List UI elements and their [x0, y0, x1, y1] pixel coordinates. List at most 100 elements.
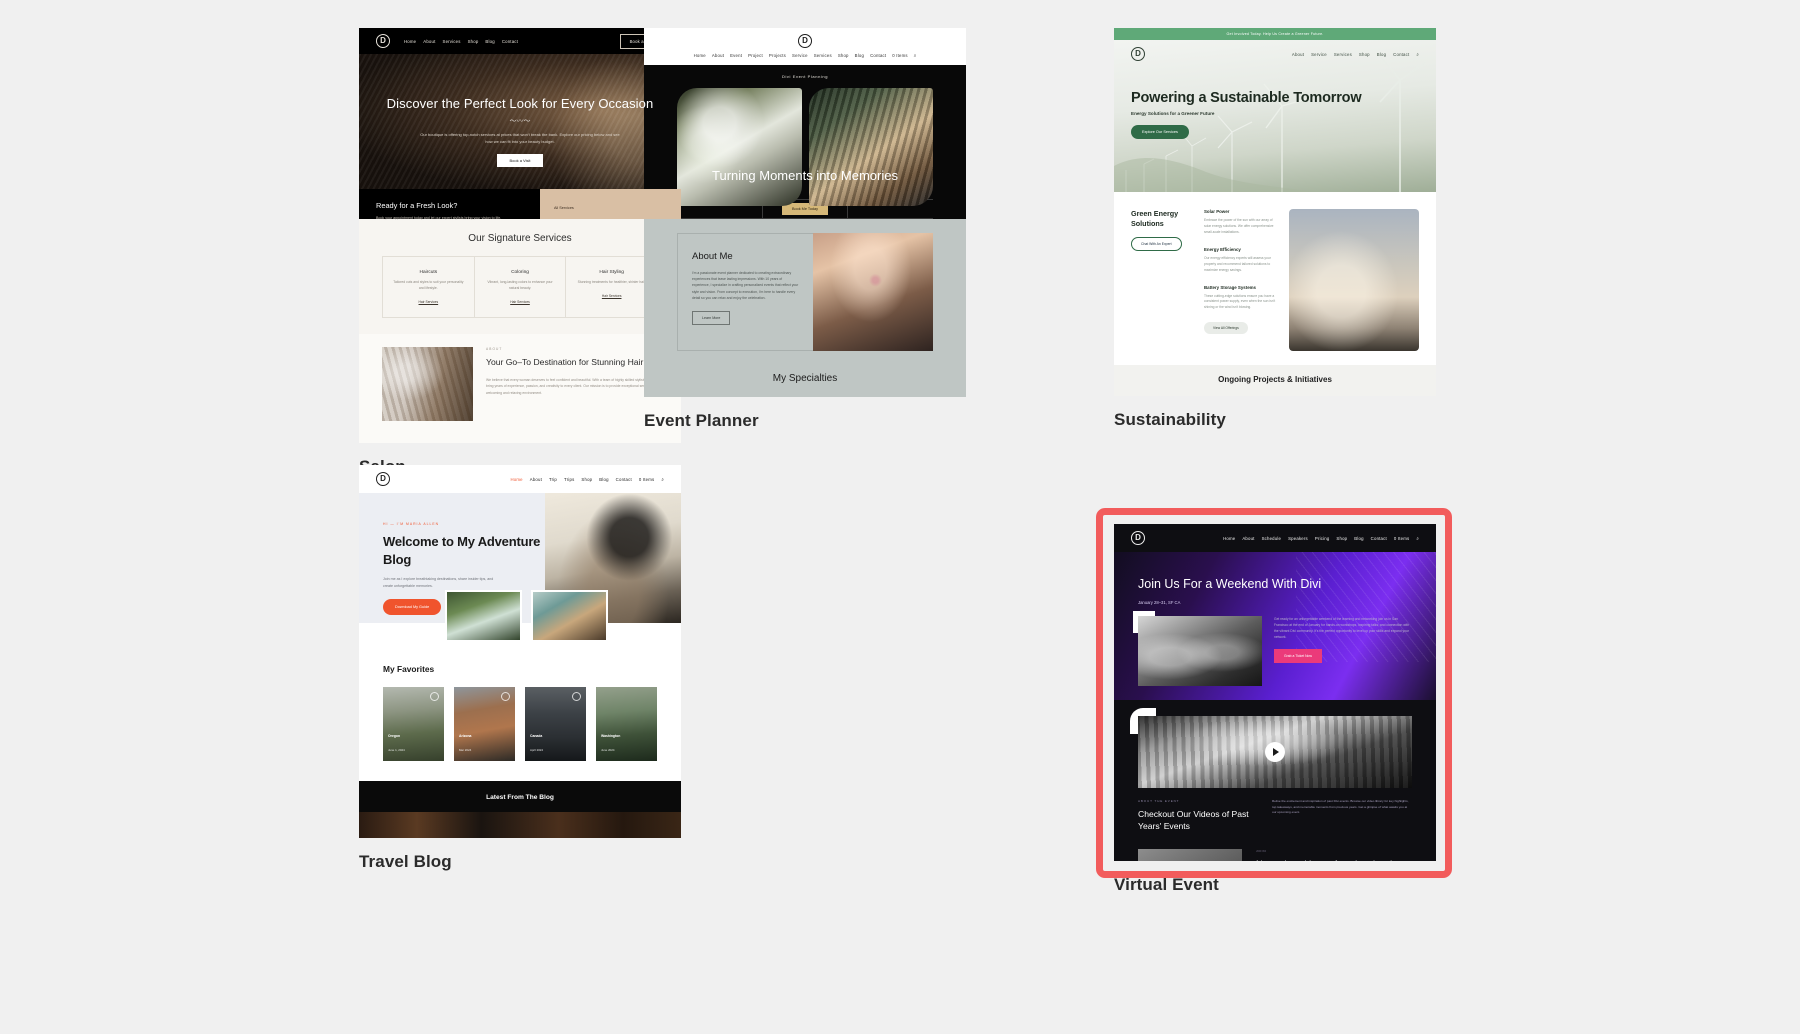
nav-item[interactable]: Contact	[502, 39, 518, 44]
nav-item[interactable]: Contact	[1371, 536, 1387, 541]
nav-item[interactable]: Event	[730, 53, 742, 58]
hero-thumbnails	[445, 590, 681, 642]
nav-item[interactable]: Home	[694, 53, 706, 58]
site-navbar: D About Service Services Shop Blog Conta…	[1114, 40, 1436, 68]
nav-item[interactable]: Blog	[855, 53, 864, 58]
nav-item[interactable]: Projects	[769, 53, 786, 58]
service-item[interactable]: Haircuts Tailored cuts and styles to sui…	[383, 257, 475, 317]
thumbnail-dock[interactable]	[531, 590, 608, 642]
nav-item[interactable]: About	[712, 53, 724, 58]
video-thumbnail[interactable]	[1138, 716, 1412, 788]
nav-item[interactable]: Contact	[616, 477, 632, 482]
layout-preview-event-planner[interactable]: D Home About Event Project Projects Serv…	[644, 28, 966, 397]
favorite-card[interactable]: Canada April 2024	[525, 687, 586, 761]
about-cta-button[interactable]: Learn More	[692, 311, 730, 325]
nav-item[interactable]: Shop	[581, 477, 592, 482]
specialties-section: My Specialties	[644, 351, 966, 397]
nav-item[interactable]: Schedule	[1262, 536, 1282, 541]
service-link[interactable]: Hair Services	[484, 300, 557, 304]
nav-item[interactable]: Home	[510, 477, 522, 482]
projects-heading: Ongoing Projects & Initiatives	[1114, 375, 1436, 384]
services-section: Our Signature Services Haircuts Tailored…	[359, 219, 681, 334]
nav-item[interactable]: Speakers	[1288, 536, 1308, 541]
nav-item[interactable]: Contact	[1393, 52, 1409, 57]
favorites-heading: My Favorites	[383, 664, 657, 674]
hero-subtitle: Energy Solutions for a Greener Future	[1131, 111, 1436, 116]
nav-item[interactable]: Contact	[870, 53, 886, 58]
card-label-travel-blog: Travel Blog	[359, 852, 681, 872]
hero-cta-button[interactable]: Download My Guide	[383, 599, 441, 615]
hero-cta-button[interactable]: Grab a Ticket Now	[1274, 649, 1322, 663]
nav-item[interactable]: Services	[443, 39, 461, 44]
layout-card-salon[interactable]: D Home About Services Shop Blog Contact …	[359, 28, 681, 477]
nav-item[interactable]: Blog	[1354, 536, 1363, 541]
play-icon[interactable]	[1265, 742, 1285, 762]
favorite-card[interactable]: Washington June 2024	[596, 687, 657, 761]
search-icon[interactable]: ⌕	[914, 53, 917, 58]
feature-desc: Embrace the power of the sun with our ar…	[1204, 218, 1278, 236]
feature-name: Battery Storage Systems	[1204, 285, 1278, 290]
nav-item[interactable]: Shop	[838, 53, 849, 58]
layout-preview-salon[interactable]: D Home About Services Shop Blog Contact …	[359, 28, 681, 443]
favorite-card[interactable]: Arizona Mar 2024	[454, 687, 515, 761]
nav-item[interactable]: Shop	[1359, 52, 1370, 57]
service-link[interactable]: Hair Services	[392, 300, 465, 304]
feature-desc: These cutting-edge solutions ensure you …	[1204, 294, 1278, 312]
service-desc: Vibrant, long-lasting colors to enhance …	[484, 280, 557, 292]
cart-item[interactable]: 0 Items	[892, 53, 908, 58]
nav-item[interactable]: Trip	[549, 477, 557, 482]
features-cta-button[interactable]: View All Offerings	[1204, 322, 1248, 334]
cta-band-link[interactable]: All Services	[554, 206, 574, 210]
video-copy: ABOUT THE EVENT Checkout Our Videos of P…	[1114, 788, 1436, 833]
nav-item[interactable]: Blog	[485, 39, 494, 44]
nav-item[interactable]: Blog	[599, 477, 608, 482]
search-icon[interactable]: ⌕	[661, 477, 664, 482]
nav-item[interactable]: Services	[814, 53, 832, 58]
nav-item[interactable]: Pricing	[1315, 536, 1330, 541]
nav-item[interactable]: Services	[1334, 52, 1352, 57]
nav-item[interactable]: About	[423, 39, 435, 44]
cart-item[interactable]: 0 Items	[1394, 536, 1410, 541]
nav-item[interactable]: Service	[1311, 52, 1327, 57]
service-item[interactable]: Coloring Vibrant, long-lasting colors to…	[475, 257, 567, 317]
nav-item[interactable]: Trips	[564, 477, 574, 482]
favorite-name: Arizona	[459, 734, 471, 738]
thumbnail-waterfall[interactable]	[445, 590, 522, 642]
nav-item[interactable]: About	[1292, 52, 1304, 57]
layout-preview-travel-blog[interactable]: D Home About Trip Trips Shop Blog Contac…	[359, 465, 681, 838]
nav-item[interactable]: Service	[792, 53, 808, 58]
nav-item[interactable]: About	[1242, 536, 1254, 541]
nav-item[interactable]: Project	[748, 53, 763, 58]
card-label-event-planner: Event Planner	[644, 411, 966, 431]
layout-card-travel-blog[interactable]: D Home About Trip Trips Shop Blog Contac…	[359, 465, 681, 872]
nav-item[interactable]: Home	[1223, 536, 1235, 541]
layout-card-event-planner[interactable]: D Home About Event Project Projects Serv…	[644, 28, 966, 431]
cart-item[interactable]: 0 Items	[639, 477, 655, 482]
nav-links: Home About Schedule Speakers Pricing Sho…	[1223, 536, 1419, 541]
layout-preview-sustainability[interactable]: Get Involved Today. Help Us Create a Gre…	[1114, 28, 1436, 396]
nav-item[interactable]: About	[530, 477, 542, 482]
favorite-card[interactable]: Oregon June 1, 2024	[383, 687, 444, 761]
layout-card-sustainability[interactable]: Get Involved Today. Help Us Create a Gre…	[1114, 28, 1436, 430]
search-icon[interactable]: ⌕	[1416, 52, 1419, 57]
nav-item[interactable]: Blog	[1377, 52, 1386, 57]
hero-section: Join Us For a Weekend With Divi January …	[1114, 552, 1436, 700]
solutions-cta-button[interactable]: Chat With An Expert	[1131, 237, 1182, 251]
arrow-circle-icon	[430, 692, 439, 701]
about-photo	[382, 347, 473, 421]
hero-cta-button[interactable]: Explore Our Services	[1131, 125, 1189, 139]
search-icon[interactable]: ⌕	[1416, 536, 1419, 541]
service-link[interactable]: Hair Services	[575, 294, 648, 298]
layout-gallery: D Home About Services Shop Blog Contact …	[0, 0, 1800, 1034]
feature-name: Energy Efficiency	[1204, 247, 1278, 252]
nav-item[interactable]: Home	[404, 39, 416, 44]
layout-preview-virtual-event[interactable]: D Home About Schedule Speakers Pricing S…	[1114, 524, 1436, 861]
favorite-meta: June 1, 2024	[388, 748, 405, 752]
about-body: I'm a passionate event planner dedicated…	[692, 270, 799, 301]
layout-card-virtual-event[interactable]: D Home About Schedule Speakers Pricing S…	[1114, 524, 1436, 895]
cta-band-link-area[interactable]: All Services	[540, 189, 681, 219]
nav-item[interactable]: Shop	[1336, 536, 1347, 541]
nav-links: Home About Trip Trips Shop Blog Contact …	[510, 477, 664, 482]
hero-cta-button[interactable]: Book a Visit	[497, 154, 542, 167]
nav-item[interactable]: Shop	[468, 39, 479, 44]
